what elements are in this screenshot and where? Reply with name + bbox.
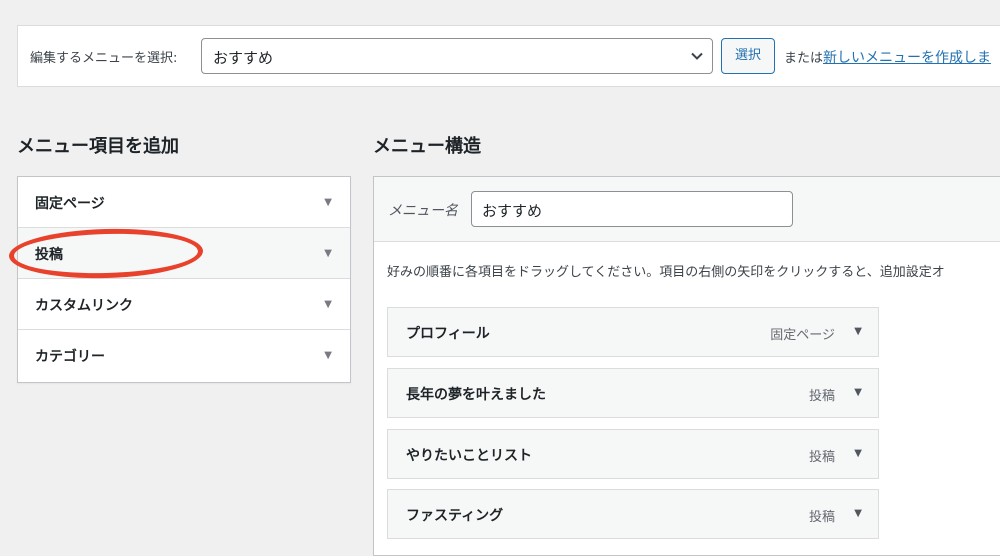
- menu-name-header: メニュー名 おすすめ: [374, 177, 1000, 242]
- menu-name-value: おすすめ: [482, 202, 543, 220]
- chevron-down-icon: [691, 52, 703, 60]
- menu-item[interactable]: やりたいことリスト 投稿 ▼: [387, 429, 879, 479]
- select-button[interactable]: 選択: [721, 38, 775, 74]
- accordion-item-label: カテゴリー: [35, 349, 105, 365]
- accordion-item-custom-links[interactable]: カスタムリンク ▼: [18, 279, 350, 330]
- menu-item-title: プロフィール: [406, 326, 490, 342]
- menu-item-type: 固定ページ: [770, 328, 835, 343]
- menu-item-type: 投稿: [808, 450, 835, 465]
- menu-item[interactable]: ファスティング 投稿 ▼: [387, 489, 879, 539]
- menu-select-dropdown[interactable]: おすすめ: [201, 38, 713, 74]
- menu-name-input[interactable]: おすすめ: [471, 191, 793, 227]
- menu-item-type: 投稿: [808, 389, 835, 404]
- or-create-text: または新しいメニューを作成しま: [784, 47, 991, 67]
- menu-item[interactable]: プロフィール 固定ページ ▼: [387, 307, 879, 357]
- menu-name-label: メニュー名: [388, 203, 458, 219]
- accordion-item-label: 固定ページ: [35, 196, 105, 212]
- triangle-down-icon[interactable]: ▼: [854, 508, 862, 519]
- triangle-down-icon: ▼: [324, 299, 332, 310]
- menu-select-value: おすすめ: [213, 49, 274, 67]
- drag-instructions: 好みの順番に各項目をドラッグしてください。項目の右側の矢印をクリックすると、追加…: [387, 265, 945, 280]
- triangle-down-icon[interactable]: ▼: [854, 326, 862, 337]
- menu-item-type: 投稿: [808, 510, 835, 525]
- menu-item-title: やりたいことリスト: [406, 448, 532, 464]
- or-label: または: [784, 51, 824, 66]
- triangle-down-icon: ▼: [324, 197, 332, 208]
- triangle-down-icon: ▼: [324, 248, 332, 259]
- triangle-down-icon[interactable]: ▼: [854, 387, 862, 398]
- triangle-down-icon[interactable]: ▼: [854, 448, 862, 459]
- create-new-menu-link[interactable]: 新しいメニューを作成しま: [823, 50, 991, 66]
- menu-select-bar: 編集するメニューを選択: おすすめ 選択 または新しいメニューを作成しま: [17, 25, 1000, 87]
- menu-structure-heading: メニュー構造: [373, 136, 481, 157]
- accordion-item-categories[interactable]: カテゴリー ▼: [18, 330, 350, 382]
- menu-item-title: 長年の夢を叶えました: [406, 387, 546, 403]
- accordion-item-pages[interactable]: 固定ページ ▼: [18, 177, 350, 228]
- accordion-item-label: カスタムリンク: [35, 298, 133, 314]
- menu-management-panel: メニュー名 おすすめ 好みの順番に各項目をドラッグしてください。項目の右側の矢印…: [373, 176, 1000, 556]
- triangle-down-icon: ▼: [324, 350, 332, 361]
- add-items-accordion: 固定ページ ▼ 投稿 ▼ カスタムリンク ▼ カテゴリー ▼: [17, 176, 351, 383]
- add-menu-items-heading: メニュー項目を追加: [17, 136, 179, 157]
- menu-item[interactable]: 長年の夢を叶えました 投稿 ▼: [387, 368, 879, 418]
- menu-item-title: ファスティング: [406, 508, 504, 524]
- select-menu-label: 編集するメニューを選択:: [30, 51, 178, 66]
